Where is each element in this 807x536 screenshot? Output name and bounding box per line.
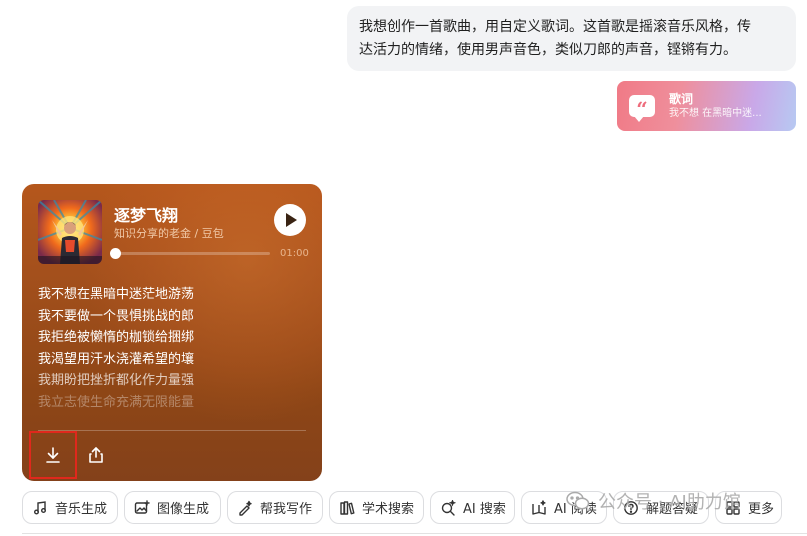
chip-problem-solving[interactable]: 解题答疑 bbox=[613, 491, 709, 524]
chip-academic-search[interactable]: 学术搜索 bbox=[329, 491, 424, 524]
chip-music-generation[interactable]: 音乐生成 bbox=[22, 491, 118, 524]
chip-label: AI 搜索 bbox=[463, 502, 506, 517]
lyrics-attachment-title: 歌词 bbox=[669, 91, 694, 106]
share-icon bbox=[89, 447, 103, 463]
progress-knob[interactable] bbox=[110, 248, 121, 259]
chip-label: 解题答疑 bbox=[646, 502, 699, 517]
user-message-bubble: 我想创作一首歌曲，用自定义歌词。这首歌是摇滚音乐风格，传 达活力的情绪，使用男声… bbox=[347, 6, 796, 71]
card-divider bbox=[38, 430, 306, 431]
chip-label: 音乐生成 bbox=[55, 502, 108, 517]
quote-icon: “ bbox=[629, 95, 655, 122]
user-message-line: 达活力的情绪，使用男声音色，类似刀郎的声音，铿锵有力。 bbox=[359, 42, 737, 58]
lyric-line: 我渴望用汗水浇灌希望的壤 bbox=[38, 351, 195, 367]
download-button[interactable] bbox=[29, 431, 77, 479]
music-player-card: 逐梦飞翔 知识分享的老金 / 豆包 01:00 我不想在黑暗中迷茫地游荡 我不要… bbox=[22, 184, 322, 481]
books-icon bbox=[340, 500, 355, 515]
lyrics-attachment-card[interactable]: “ 歌词 我不想 在黑暗中迷... bbox=[617, 81, 796, 131]
lyrics-list: 我不想在黑暗中迷茫地游荡 我不要做一个畏惧挑战的郎 我拒绝被懒惰的枷锁给捆绑 我… bbox=[38, 284, 308, 413]
song-artist: 知识分享的老金 / 豆包 bbox=[114, 227, 224, 240]
chip-label: 学术搜索 bbox=[362, 502, 415, 517]
chip-more[interactable]: 更多 bbox=[715, 491, 782, 524]
image-plus-icon bbox=[134, 499, 150, 514]
lyric-line: 我不要做一个畏惧挑战的郎 bbox=[38, 308, 195, 324]
question-icon bbox=[624, 500, 638, 515]
progress-bar[interactable] bbox=[110, 248, 270, 259]
book-sparkle-icon bbox=[532, 499, 546, 515]
pen-sparkle-icon bbox=[239, 500, 252, 516]
song-duration: 01:00 bbox=[280, 248, 309, 259]
lyric-line: 我期盼把挫折都化作力量强 bbox=[38, 373, 195, 388]
lyric-line: 我拒绝被懒惰的枷锁给捆绑 bbox=[38, 330, 195, 345]
play-icon bbox=[286, 213, 297, 227]
grid-icon bbox=[726, 500, 740, 515]
song-title: 逐梦飞翔 bbox=[114, 206, 179, 225]
download-icon bbox=[46, 447, 60, 463]
lyrics-attachment-preview: 我不想 在黑暗中迷... bbox=[669, 107, 762, 119]
chip-label: AI 阅读 bbox=[554, 502, 597, 517]
chip-ai-reading[interactable]: AI 阅读 bbox=[521, 491, 607, 524]
chip-image-generation[interactable]: 图像生成 bbox=[124, 491, 221, 524]
chat-page: 我想创作一首歌曲，用自定义歌词。这首歌是摇滚音乐风格，传 达活力的情绪，使用男声… bbox=[0, 0, 807, 536]
share-button[interactable] bbox=[84, 443, 108, 467]
chip-writing[interactable]: 帮我写作 bbox=[227, 491, 323, 524]
play-button[interactable] bbox=[274, 204, 306, 236]
chip-label: 帮我写作 bbox=[260, 502, 313, 517]
lyric-line: 我立志使生命充满无限能量 bbox=[38, 394, 195, 410]
chip-label: 更多 bbox=[748, 502, 775, 517]
chip-label: 图像生成 bbox=[157, 502, 210, 517]
album-cover bbox=[38, 200, 102, 264]
user-message-line: 我想创作一首歌曲，用自定义歌词。这首歌是摇滚音乐风格，传 bbox=[359, 19, 751, 35]
chip-ai-search[interactable]: AI 搜索 bbox=[430, 491, 515, 524]
lyric-line: 我不想在黑暗中迷茫地游荡 bbox=[38, 287, 195, 302]
music-note-icon bbox=[34, 500, 46, 514]
search-sparkle-icon bbox=[441, 499, 456, 516]
